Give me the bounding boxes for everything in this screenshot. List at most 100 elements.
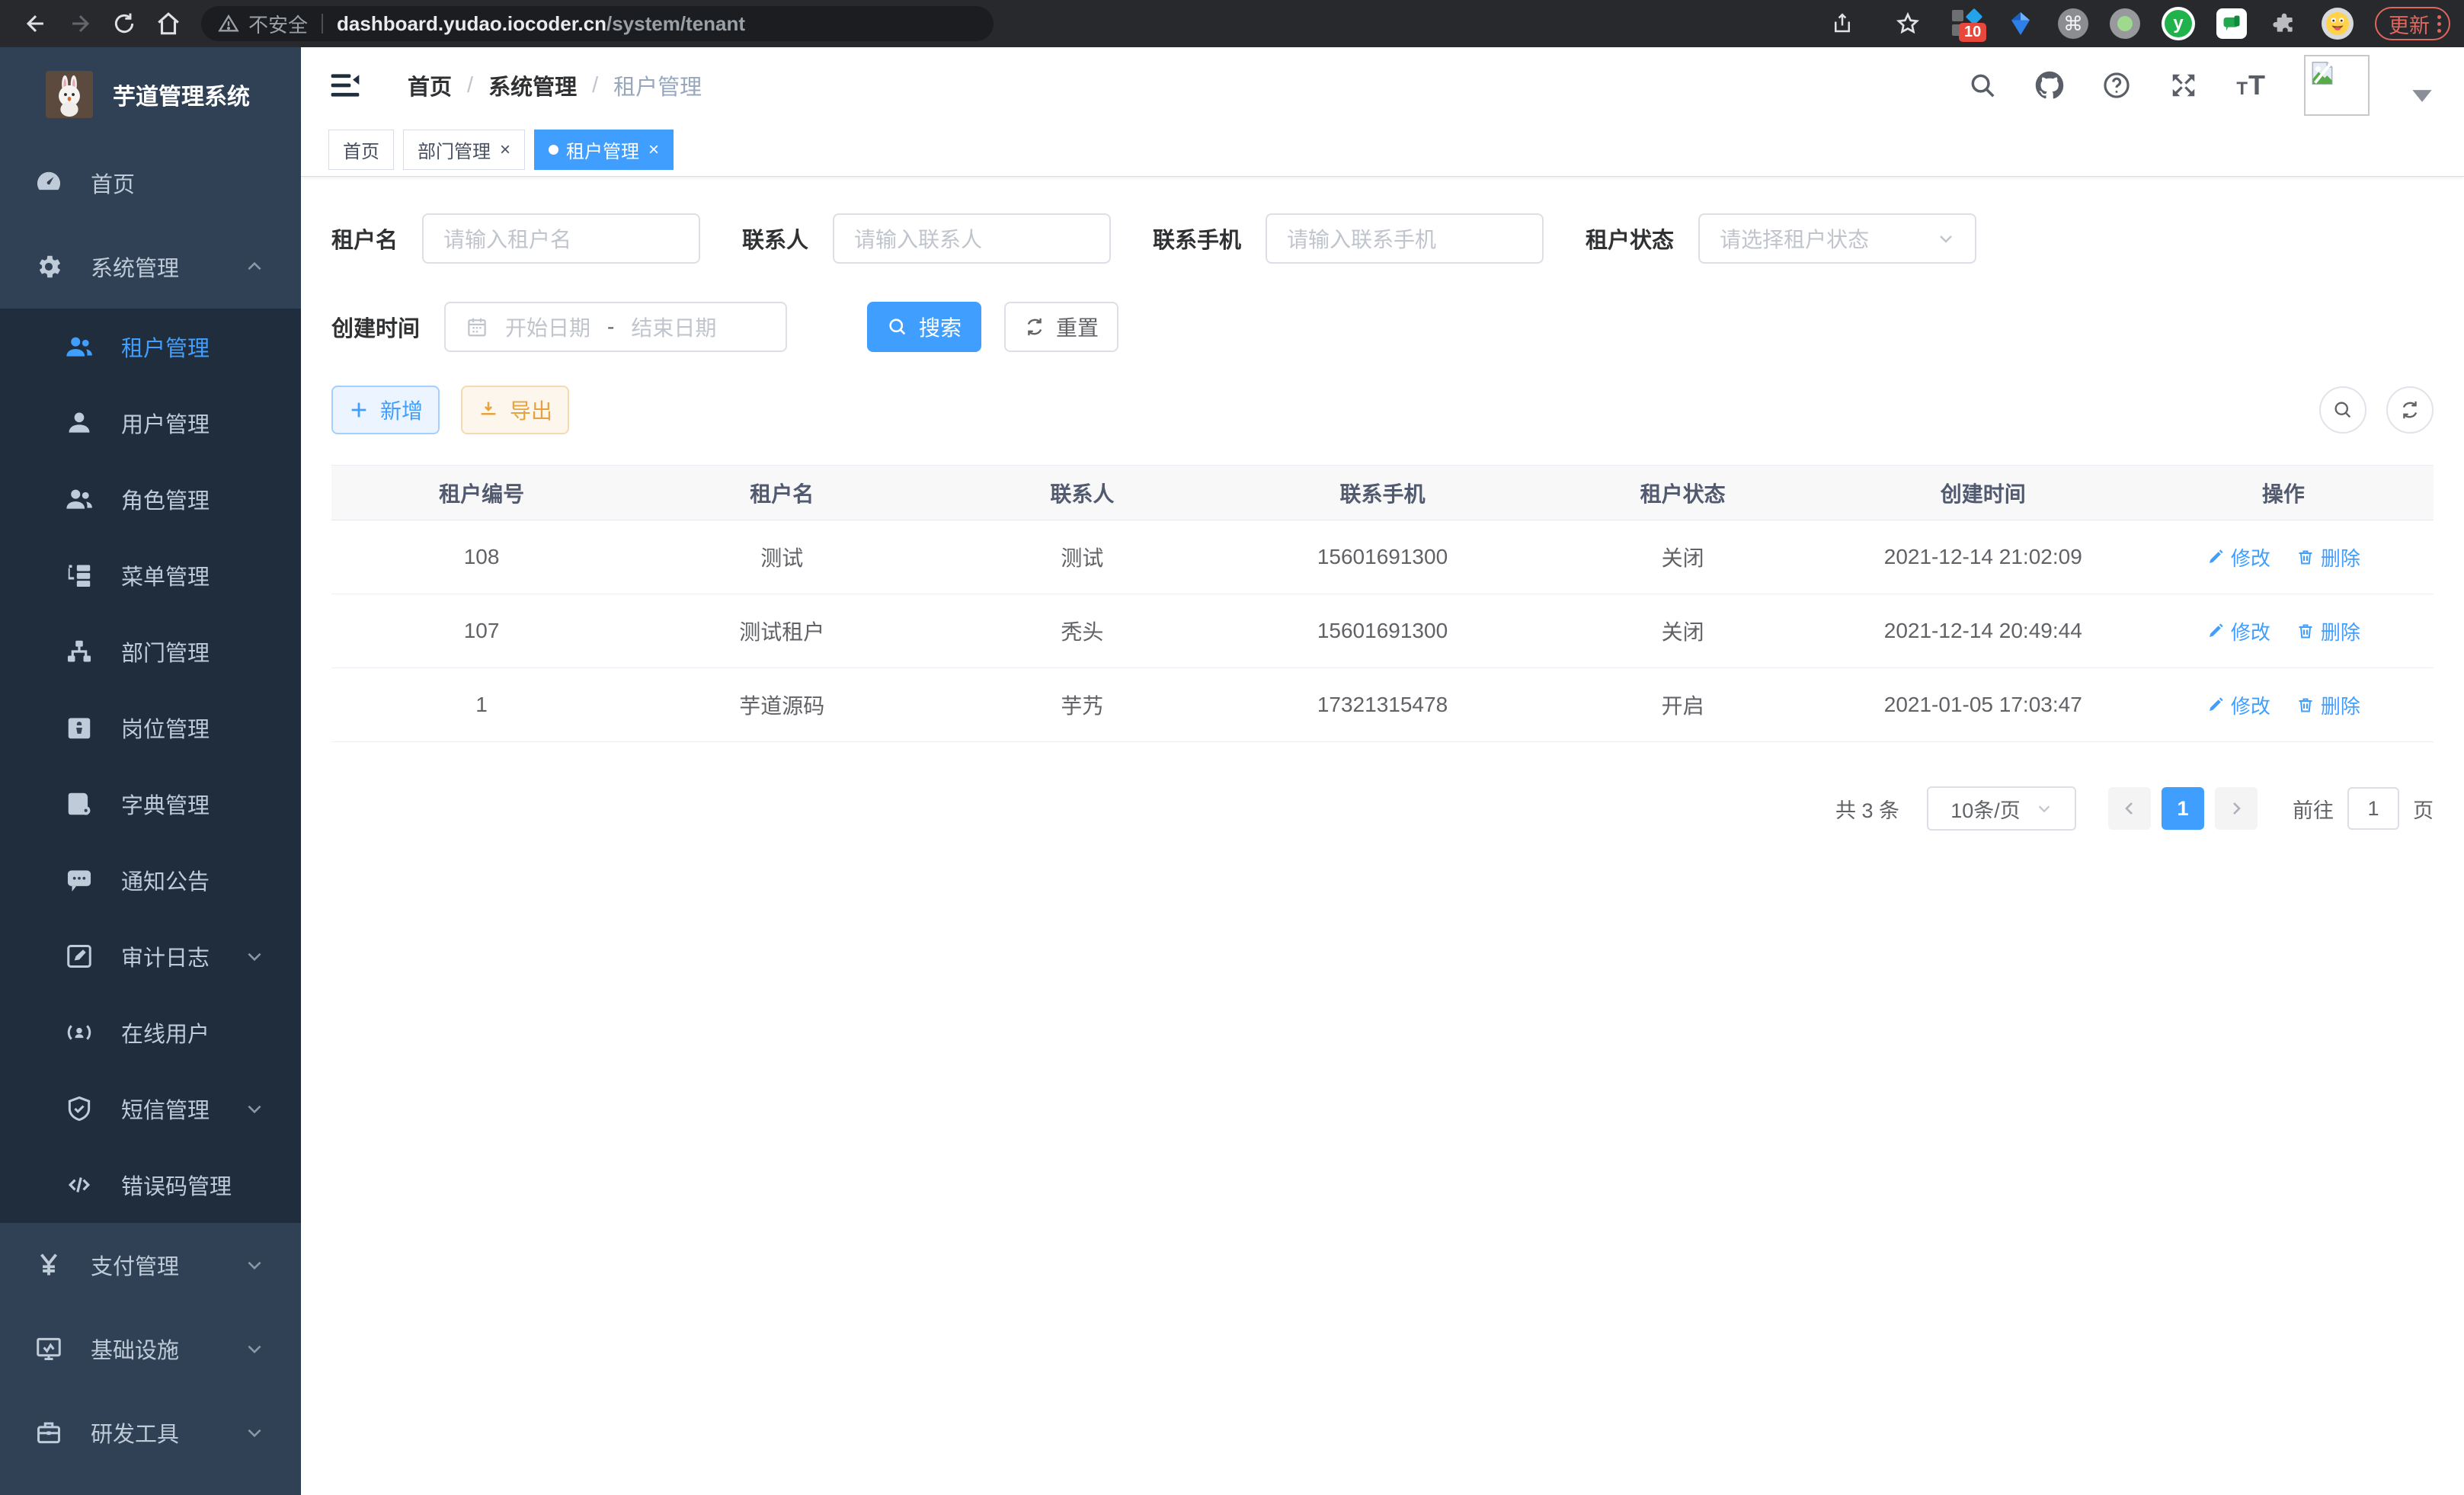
sidebar-item-研发工具[interactable]: 研发工具 (0, 1391, 301, 1474)
extension-cmd-icon[interactable]: ⌘ (2058, 8, 2088, 39)
gear-icon (34, 252, 63, 281)
bookmark-button[interactable] (1886, 5, 1930, 43)
table-row: 1芋道源码芋艿17321315478开启2021-01-05 17:03:47修… (331, 668, 2434, 742)
date-range-picker[interactable]: 开始日期 - 结束日期 (444, 302, 787, 352)
edit-link[interactable]: 修改 (2206, 617, 2270, 645)
edit-link[interactable]: 修改 (2206, 691, 2270, 719)
app-logo-row[interactable]: 芋道管理系统 (0, 47, 301, 141)
filter-row-2: 创建时间 开始日期 - 结束日期 搜索 重置 (331, 302, 2434, 352)
fullscreen-icon[interactable] (2169, 71, 2198, 100)
next-page-button[interactable] (2215, 787, 2258, 830)
filter-label-tenant-name: 租户名 (331, 222, 398, 255)
sidebar-item-岗位管理[interactable]: 岗位管理 (0, 690, 301, 766)
status-select[interactable]: 请选择租户状态 (1698, 213, 1976, 264)
money-icon (34, 1250, 63, 1279)
sidebar-item-部门管理[interactable]: 部门管理 (0, 613, 301, 690)
font-size-icon[interactable]: TT (2236, 69, 2266, 101)
extension-gem-icon[interactable] (2005, 8, 2037, 40)
sidebar-item-角色管理[interactable]: 角色管理 (0, 461, 301, 537)
phone-input[interactable]: 请输入联系手机 (1266, 213, 1544, 264)
share-button[interactable] (1820, 5, 1864, 43)
search-button[interactable]: 搜索 (867, 302, 981, 352)
sidebar-item-label: 角色管理 (121, 483, 210, 515)
dashboard-icon (34, 168, 63, 197)
omnibox-divider (322, 14, 323, 34)
reset-button[interactable]: 重置 (1004, 302, 1118, 352)
tag-view-tab-首页[interactable]: 首页 (328, 130, 394, 170)
page-size-select[interactable]: 10条/页 (1927, 786, 2076, 831)
profile-avatar[interactable] (2322, 8, 2354, 40)
goto-page-input[interactable] (2347, 787, 2399, 830)
address-bar[interactable]: 不安全 dashboard.yudao.iocoder.cn /system/t… (201, 6, 994, 41)
avatar-caret-down-icon[interactable] (2408, 82, 2437, 110)
column-header-操作: 操作 (2133, 466, 2434, 520)
edit-pencil-icon (2206, 622, 2225, 640)
contact-input[interactable]: 请输入联系人 (833, 213, 1111, 264)
reload-icon (112, 11, 136, 36)
tab-close-icon[interactable]: × (500, 141, 510, 159)
sidebar-item-租户管理[interactable]: 租户管理 (0, 309, 301, 385)
prev-page-button[interactable] (2108, 787, 2151, 830)
search-icon[interactable] (1968, 71, 1997, 100)
browser-update-button[interactable]: 更新 (2375, 7, 2450, 40)
browser-home-button[interactable] (146, 5, 190, 43)
sidebar-item-在线用户[interactable]: 在线用户 (0, 994, 301, 1071)
tag-view-tab-部门管理[interactable]: 部门管理× (403, 130, 525, 170)
breadcrumb-item[interactable]: 系统管理 (488, 69, 577, 101)
sidebar-item-通知公告[interactable]: 通知公告 (0, 842, 301, 918)
sidebar-item-短信管理[interactable]: 短信管理 (0, 1071, 301, 1147)
browser-forward-button[interactable] (58, 5, 102, 43)
sidebar-item-基础设施[interactable]: 基础设施 (0, 1307, 301, 1391)
top-navbar: 首页/系统管理/租户管理 TT (301, 47, 2464, 123)
tab-close-icon[interactable]: × (648, 141, 659, 159)
extension-y-icon[interactable]: y (2162, 7, 2195, 40)
sidebar-item-label: 系统管理 (91, 251, 179, 283)
add-button[interactable]: 新增 (331, 386, 440, 434)
extension-chat-icon[interactable] (2216, 8, 2247, 39)
app-title: 芋道管理系统 (113, 78, 250, 111)
hamburger-icon[interactable] (328, 69, 362, 102)
home-icon (155, 11, 181, 37)
sidebar-item-支付管理[interactable]: 支付管理 (0, 1223, 301, 1307)
delete-link[interactable]: 删除 (2296, 691, 2360, 719)
export-button[interactable]: 导出 (461, 386, 569, 434)
tag-view-tab-租户管理[interactable]: 租户管理× (534, 130, 674, 170)
sidebar-item-label: 审计日志 (121, 940, 210, 972)
github-icon[interactable] (2035, 71, 2064, 100)
sidebar-item-用户管理[interactable]: 用户管理 (0, 385, 301, 461)
sidebar-item-错误码管理[interactable]: 错误码管理 (0, 1147, 301, 1223)
date-start-placeholder: 开始日期 (505, 312, 590, 342)
refresh-table-button[interactable] (2386, 386, 2434, 434)
security-label: 不安全 (248, 10, 308, 38)
extension-sketch-icon[interactable]: 10 (1951, 8, 1983, 40)
edit-link[interactable]: 修改 (2206, 543, 2270, 571)
sidebar-menu: 首页系统管理租户管理用户管理角色管理菜单管理部门管理岗位管理字典管理通知公告审计… (0, 141, 301, 1474)
toggle-search-button[interactable] (2319, 386, 2366, 434)
warning-icon (218, 13, 239, 34)
chevron-down-icon (1937, 229, 1955, 248)
user-avatar-broken-image[interactable] (2304, 55, 2370, 116)
browser-toolbar: 不安全 dashboard.yudao.iocoder.cn /system/t… (0, 0, 2464, 47)
menu-dots-icon[interactable] (2437, 15, 2441, 33)
sidebar-item-字典管理[interactable]: 字典管理 (0, 766, 301, 842)
sidebar-item-label: 基础设施 (91, 1333, 179, 1365)
edit-link-label: 修改 (2231, 543, 2270, 571)
sidebar-item-label: 首页 (91, 167, 135, 199)
help-icon[interactable] (2102, 71, 2131, 100)
sidebar-item-首页[interactable]: 首页 (0, 141, 301, 225)
breadcrumb-item[interactable]: 首页 (408, 69, 452, 101)
tenant-name-input[interactable]: 请输入租户名 (422, 213, 700, 264)
main-area: 首页/系统管理/租户管理 TT 首页部门管理×租户管理× 租户名 请输入租户名 … (301, 47, 2464, 1495)
browser-reload-button[interactable] (102, 5, 146, 43)
extension-record-icon[interactable] (2110, 8, 2140, 39)
extensions-puzzle-icon[interactable] (2268, 8, 2300, 40)
delete-link[interactable]: 删除 (2296, 543, 2360, 571)
breadcrumb-item: 租户管理 (613, 69, 702, 101)
column-header-租户状态: 租户状态 (1533, 466, 1833, 520)
browser-back-button[interactable] (14, 5, 58, 43)
sidebar-item-菜单管理[interactable]: 菜单管理 (0, 537, 301, 613)
sidebar-item-系统管理[interactable]: 系统管理 (0, 225, 301, 309)
current-page-button[interactable]: 1 (2162, 787, 2204, 830)
delete-link[interactable]: 删除 (2296, 617, 2360, 645)
sidebar-item-审计日志[interactable]: 审计日志 (0, 918, 301, 994)
